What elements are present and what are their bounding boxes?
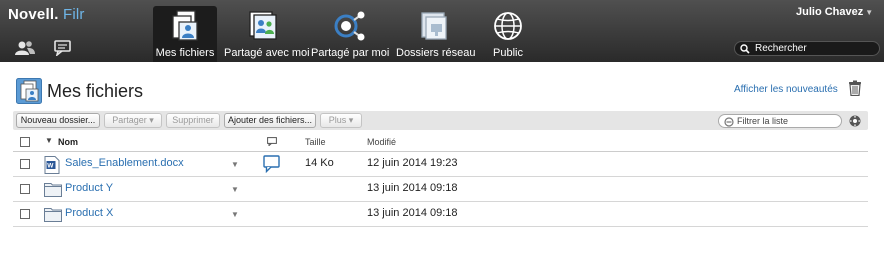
comments-column-icon [267,137,277,146]
nav-public[interactable]: Public [478,6,538,62]
search-placeholder: Rechercher [755,43,807,54]
nav-net-folders-label: Dossiers réseau [396,47,476,59]
people-icon[interactable] [14,40,36,56]
more-button-label: Plus [328,115,347,125]
my-files-icon [172,10,198,41]
folder-name-link[interactable]: Product X [65,207,113,219]
chevron-down-icon[interactable]: ▼ [231,160,239,169]
table-header: ▼ Nom Taille Modifié [13,132,868,152]
top-header: Novell. Filr Mes fichiers Partagé avec m… [0,0,884,62]
more-button[interactable]: Plus ▾ [320,113,362,128]
select-all-checkbox[interactable] [20,137,30,147]
word-document-icon: W [44,156,60,174]
shared-by-me-icon [334,11,365,41]
chevron-down-icon[interactable]: ▼ [231,185,239,194]
nav-shared-by-me[interactable]: Partagé par moi [311,6,390,62]
row-checkbox[interactable] [20,184,30,194]
nav-my-files-label: Mes fichiers [155,47,215,59]
shared-with-me-icon [249,11,277,40]
file-size: 14 Ko [305,157,334,169]
modified-date: 12 juin 2014 19:23 [367,157,458,169]
trash-icon[interactable] [848,80,862,96]
nav-net-folders[interactable]: Dossiers réseau [396,6,476,62]
nav-shared-by-me-label: Partagé par moi [311,47,390,59]
search-icon [740,44,750,54]
nav-public-label: Public [493,47,523,59]
chevron-down-icon: ▾ [149,115,154,125]
table-row[interactable]: Product X ▼ 13 juin 2014 09:18 [13,202,868,227]
logo-brand: Novell [8,6,55,23]
user-menu[interactable]: Julio Chavez ▼ [796,6,873,18]
gear-icon[interactable] [849,115,861,127]
share-button-label: Partager [112,115,147,125]
folder-icon [44,183,62,197]
filter-icon [724,117,734,127]
search-input[interactable]: Rechercher [734,41,880,56]
table-row[interactable]: Product Y ▼ 13 juin 2014 09:18 [13,177,868,202]
column-modified[interactable]: Modifié [367,137,396,147]
file-name-link[interactable]: Sales_Enablement.docx [65,157,184,169]
page-title: Mes fichiers [47,81,144,101]
sort-arrow-icon[interactable]: ▼ [45,136,53,145]
modified-date: 13 juin 2014 09:18 [367,207,458,219]
globe-icon [494,12,522,40]
nav-shared-with-me[interactable]: Partagé avec moi [224,6,310,62]
novell-filr-logo[interactable]: Novell. Filr [8,6,85,23]
filter-input[interactable]: Filtrer la liste [718,114,842,128]
chevron-down-icon[interactable]: ▼ [231,210,239,219]
whats-new-link[interactable]: Afficher les nouveautés [734,84,838,95]
add-files-button[interactable]: Ajouter des fichiers... [224,113,316,128]
column-name[interactable]: Nom [58,137,78,147]
share-button[interactable]: Partager ▾ [104,113,162,128]
nav-shared-with-me-label: Partagé avec moi [224,47,310,59]
row-checkbox[interactable] [20,209,30,219]
new-folder-button[interactable]: Nouveau dossier... [16,113,100,128]
row-checkbox[interactable] [20,159,30,169]
logo-product: Filr [62,6,85,23]
comment-icon[interactable] [263,155,281,173]
modified-date: 13 juin 2014 09:18 [367,182,458,194]
user-name: Julio Chavez [796,6,864,18]
filter-placeholder: Filtrer la liste [737,116,789,126]
delete-button[interactable]: Supprimer [166,113,220,128]
net-folders-icon [421,12,447,40]
comments-icon[interactable] [52,40,74,56]
my-files-icon [16,78,42,104]
table-row[interactable]: W Sales_Enablement.docx ▼ 14 Ko 12 juin … [13,152,868,177]
column-size[interactable]: Taille [305,137,326,147]
folder-name-link[interactable]: Product Y [65,182,113,194]
folder-icon [44,208,62,222]
chevron-down-icon: ▾ [348,115,354,125]
svg-text:W: W [47,163,54,170]
nav-my-files[interactable]: Mes fichiers [153,6,217,62]
logo-dot: . [54,6,59,23]
chevron-down-icon: ▼ [865,8,874,17]
